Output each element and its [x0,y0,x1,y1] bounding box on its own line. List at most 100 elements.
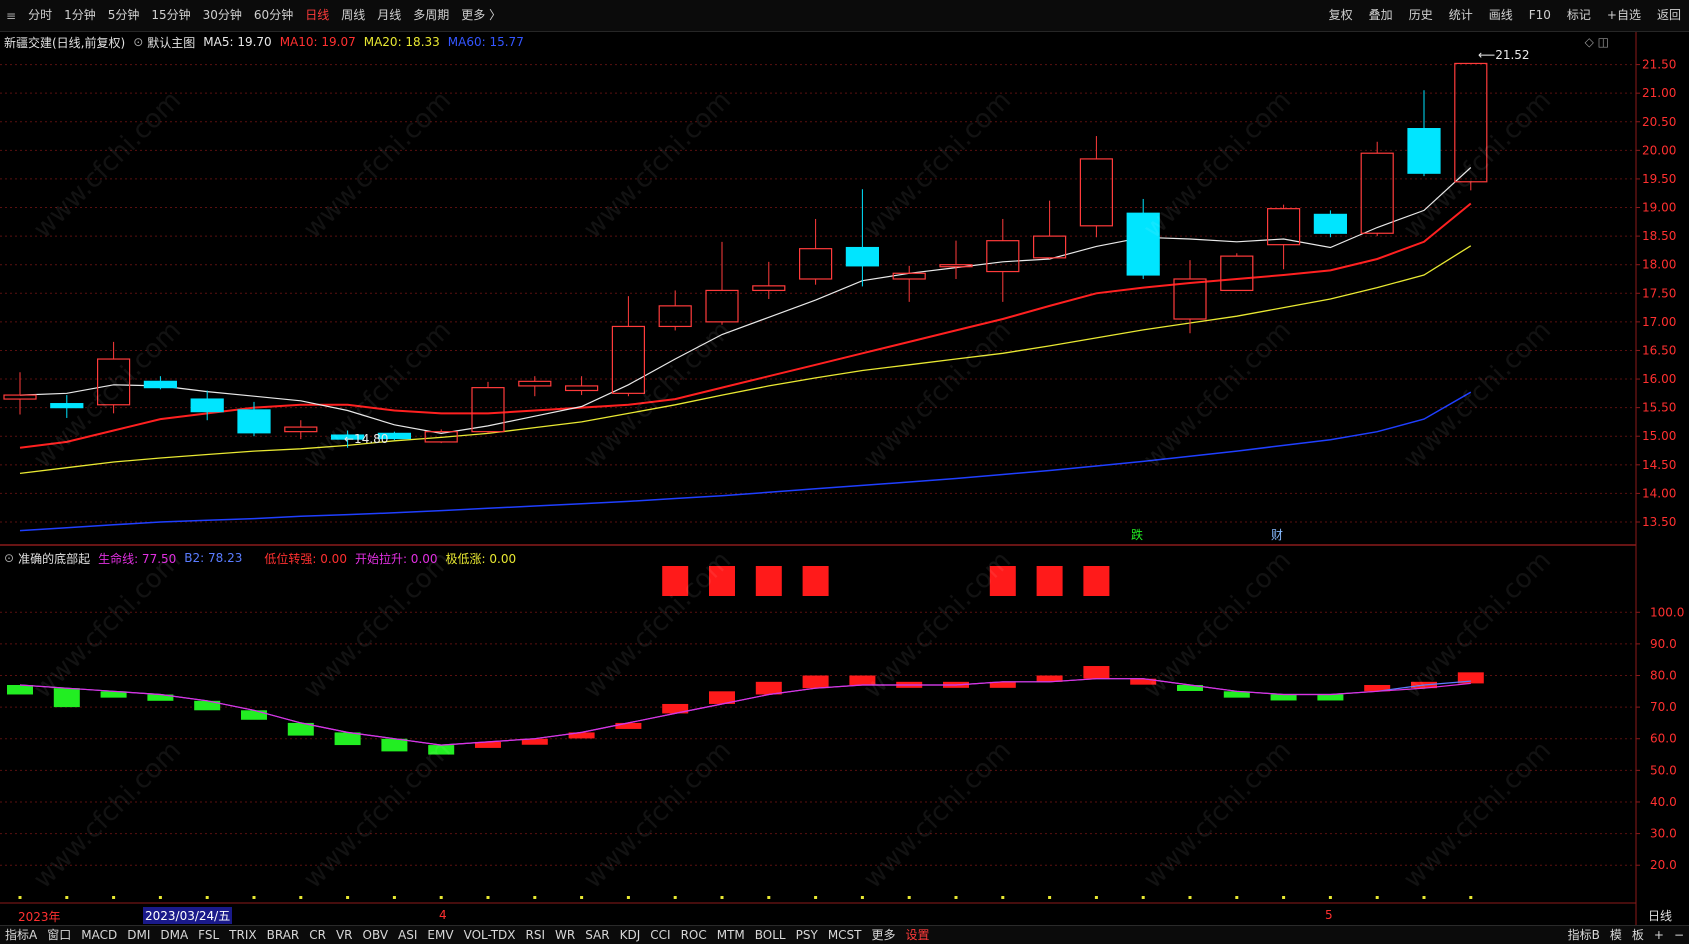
tab-settings[interactable]: 设置 [901,926,935,944]
event-marker-finance[interactable]: 财 [1271,526,1283,543]
time-dot [439,896,443,899]
candle[interactable] [1220,255,1254,292]
time-dot [65,896,69,899]
menu-icon[interactable]: ≡ [0,9,22,23]
add-watchlist-button[interactable]: +自选 [1599,0,1649,31]
candle[interactable] [752,285,786,292]
chart-canvas: 21.50 21.00 20.50 20.00 19.50 19.00 18.50 18.00… [0,31,1684,925]
overlay-button[interactable]: 叠加 [1361,0,1401,31]
candle[interactable] [3,394,37,400]
indicator-tick-label: 30.0 [1650,827,1677,841]
tab-timeframe[interactable]: 月线 [371,0,407,31]
time-dot [1328,896,1332,899]
time-dot [346,896,350,899]
indicator-tick-label: 50.0 [1650,763,1677,777]
tab-timeframe[interactable]: 多周期 [407,0,455,31]
tab-window[interactable]: 窗口 [42,926,76,944]
zoom-in-button[interactable]: + [1649,926,1669,944]
tab-indicator[interactable]: MACD [76,926,122,944]
tab-timeframe[interactable]: 1分钟 [58,0,102,31]
tab-indicator[interactable]: MTM [712,926,750,944]
tab-indicator[interactable]: DMI [122,926,155,944]
f10-button[interactable]: F10 [1521,0,1559,31]
candle[interactable] [798,248,833,280]
price-tick-label: 15.50 [1642,401,1676,415]
candle[interactable] [564,385,599,392]
candle[interactable] [611,325,646,394]
candle[interactable] [1407,128,1441,174]
candle[interactable] [237,409,271,434]
candle[interactable] [190,398,224,413]
tab-board[interactable]: 板 [1627,926,1649,944]
tab-indicator[interactable]: ASI [393,926,422,944]
time-dot [814,896,818,899]
candle[interactable] [284,426,318,433]
collapse-icon[interactable]: ⊙ [4,551,14,565]
stats-button[interactable]: 统计 [1441,0,1481,31]
back-button[interactable]: 返回 [1649,0,1689,31]
candle[interactable] [658,305,692,328]
candle[interactable] [1032,235,1067,259]
price-tick-label: 18.50 [1642,229,1676,243]
time-dot [1188,896,1192,899]
tab-indicator[interactable]: VR [331,926,358,944]
draw-line-button[interactable]: 画线 [1481,0,1521,31]
tab-timeframe[interactable]: 周线 [335,0,371,31]
candle[interactable] [471,387,505,433]
indicator-bar [7,684,33,695]
tab-indicator[interactable]: CR [304,926,331,944]
tab-more[interactable]: 更多 〉 [455,0,507,31]
candle[interactable] [143,380,177,389]
tab-indicator[interactable]: TRIX [224,926,261,944]
event-marker-fall[interactable]: 跌 [1131,526,1143,543]
candle[interactable] [1313,213,1348,234]
candle[interactable] [1079,158,1114,227]
main-chart-label[interactable]: 默认主图 [147,34,195,51]
tab-indicator[interactable]: MCST [823,926,867,944]
tab-timeframe-daily[interactable]: 日线 [299,0,335,31]
ma60-value: MA60: 15.77 [447,35,524,49]
history-button[interactable]: 历史 [1401,0,1441,31]
tab-indicator[interactable]: CCI [645,926,675,944]
tab-indicator[interactable]: KDJ [615,926,646,944]
tab-indicator[interactable]: EMV [422,926,458,944]
tab-indicator[interactable]: PSY [791,926,823,944]
tab-more[interactable]: 更多 [867,926,901,944]
settings-icon[interactable]: ⊙ [133,35,143,49]
tab-indicator[interactable]: BRAR [262,926,305,944]
indicator-tick-label: 80.0 [1650,669,1677,683]
candle[interactable] [986,240,1020,273]
candle[interactable] [705,289,739,323]
tab-timeframe[interactable]: 30分钟 [197,0,248,31]
time-dot [112,896,116,899]
candle[interactable] [845,246,880,267]
tab-indicator-a[interactable]: 指标A [0,926,42,944]
tab-timeframe[interactable]: 5分钟 [102,0,146,31]
candle[interactable] [892,272,926,280]
tab-indicator[interactable]: RSI [521,926,551,944]
restore-rights-button[interactable]: 复权 [1321,0,1361,31]
zoom-out-button[interactable]: − [1669,926,1689,944]
tab-template[interactable]: 模 [1605,926,1627,944]
tab-timeframe[interactable]: 分时 [22,0,58,31]
tab-indicator[interactable]: OBV [358,926,394,944]
tab-indicator-b[interactable]: 指标B [1563,926,1605,944]
price-tick-label: 16.50 [1642,343,1676,357]
tab-timeframe[interactable]: 60分钟 [248,0,299,31]
mark-button[interactable]: 标记 [1559,0,1599,31]
tab-indicator[interactable]: BOLL [750,926,791,944]
tab-timeframe[interactable]: 15分钟 [145,0,196,31]
time-dot [1422,896,1426,899]
tab-indicator[interactable]: ROC [676,926,712,944]
tab-indicator[interactable]: SAR [580,926,614,944]
tab-indicator[interactable]: FSL [193,926,224,944]
tab-indicator[interactable]: VOL-TDX [459,926,521,944]
candle[interactable] [518,380,552,387]
tab-indicator[interactable]: WR [550,926,580,944]
tab-indicator[interactable]: DMA [155,926,193,944]
window-controls-icon[interactable]: ◇ ◫ [1585,35,1609,49]
time-dot [1141,896,1145,899]
candle[interactable] [1360,152,1394,234]
indicator-name[interactable]: 准确的底部起 [18,550,90,567]
time-dot [1282,896,1286,899]
